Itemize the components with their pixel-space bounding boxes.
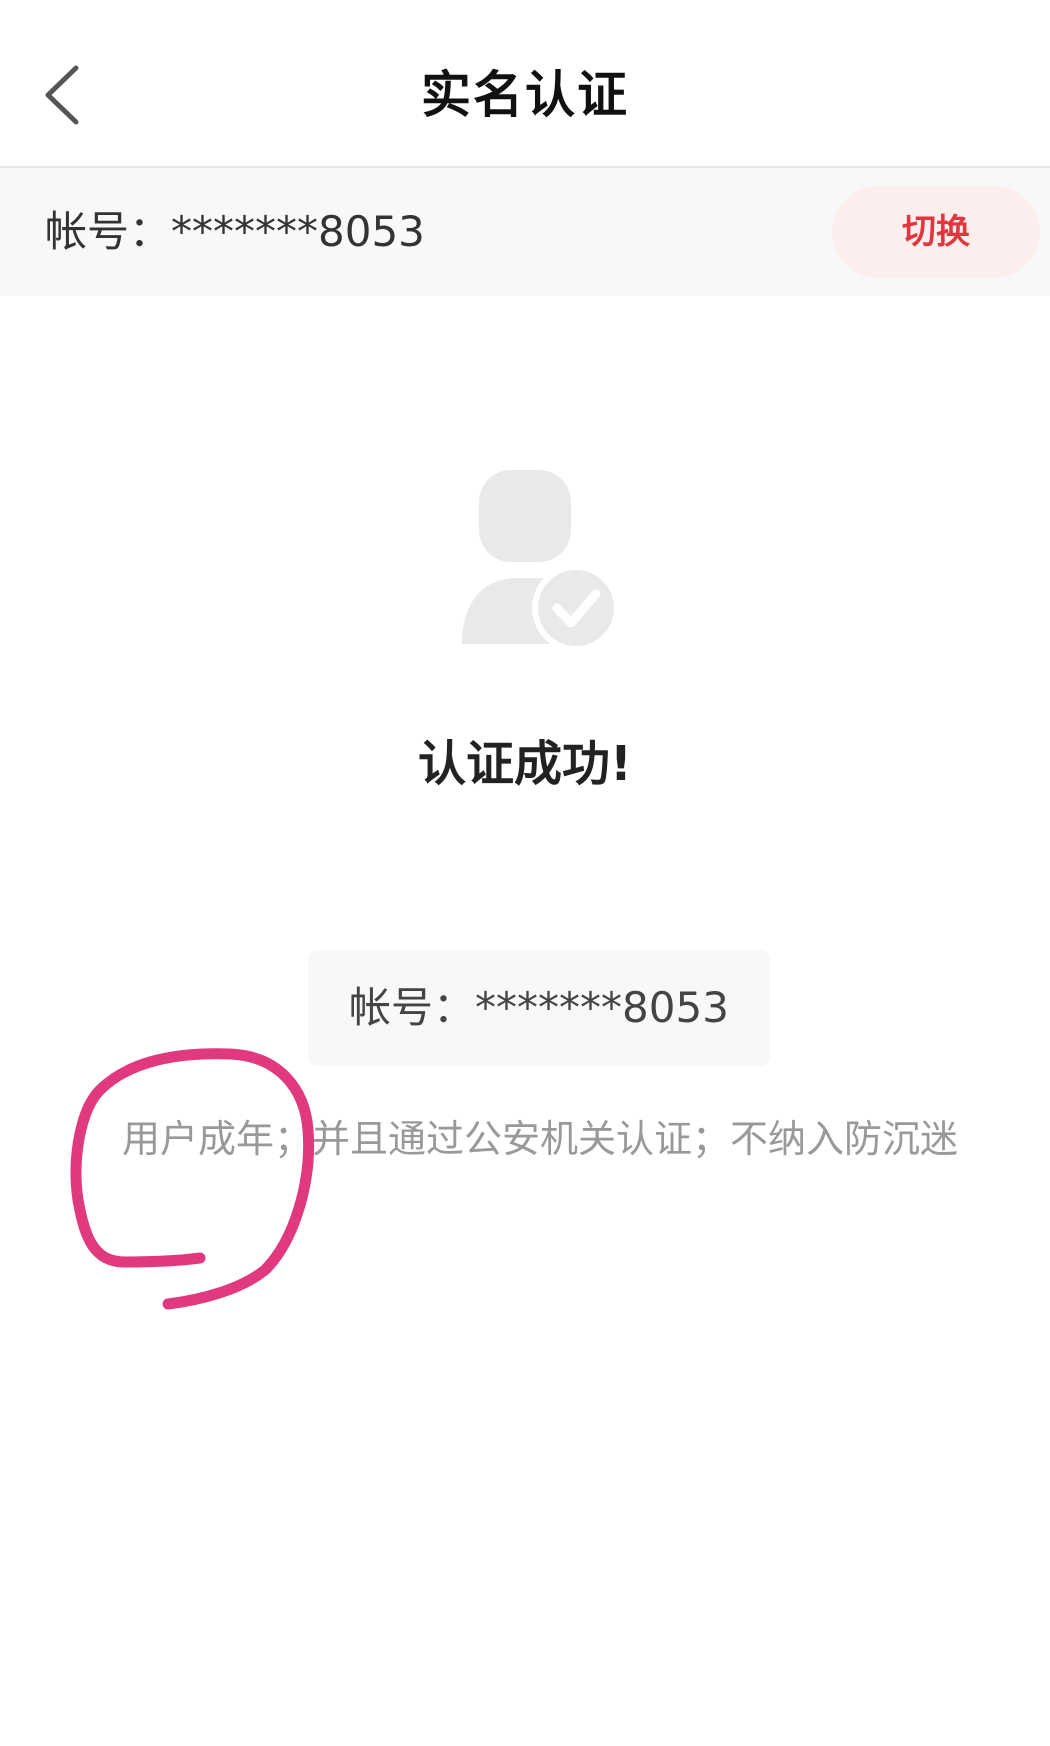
verification-description: 用户成年；并且通过公安机关认证；不纳入防沉迷 [121, 1117, 958, 1161]
success-title: 认证成功! [418, 736, 632, 792]
account-label: 帐号：*******8053 [45, 207, 425, 256]
account-strip: 帐号：*******8053 切换 [0, 168, 1050, 296]
switch-account-button[interactable]: 切换 [832, 186, 1040, 278]
user-verified-icon [462, 470, 620, 652]
verified-account-box: 帐号：*******8053 [308, 950, 770, 1066]
page-title: 实名认证 [421, 66, 629, 124]
nav-bar: 实名认证 [0, 0, 1050, 168]
